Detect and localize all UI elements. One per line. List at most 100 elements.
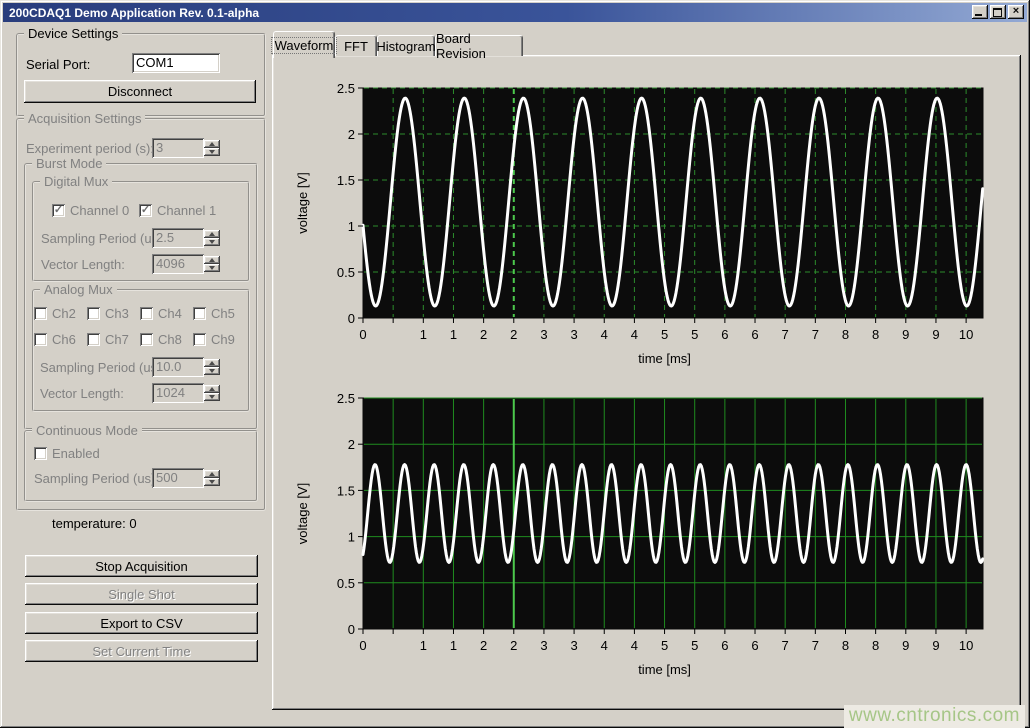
tab-histogram[interactable]: Histogram [377, 35, 435, 56]
svg-text:voltage [V]: voltage [V] [295, 483, 310, 544]
export-to-csv-button[interactable]: Export to CSV [25, 612, 258, 634]
svg-text:2: 2 [510, 327, 517, 342]
digital-sampling-decrement-button[interactable] [204, 238, 220, 246]
arrow-down-icon [209, 369, 215, 373]
disconnect-button[interactable]: Disconnect [24, 80, 256, 103]
checkbox-ch2[interactable]: Ch2 [34, 306, 76, 321]
digital-sampling-increment-button[interactable] [204, 230, 220, 238]
analog-sampling-increment-button[interactable] [204, 359, 220, 367]
temperature-readout: temperature: 0 [52, 516, 137, 531]
continuous-sampling-increment-button[interactable] [204, 470, 220, 478]
svg-text:1.5: 1.5 [337, 483, 355, 498]
svg-text:1: 1 [348, 219, 355, 234]
digital-vector-length-input[interactable]: 4096 [152, 254, 204, 274]
analog-vector-length-spinner: 1024 [152, 383, 222, 403]
checkbox-ch3[interactable]: Ch3 [87, 306, 129, 321]
checkbox-label: Ch9 [211, 332, 235, 347]
serial-port-input[interactable]: COM1 [132, 53, 220, 73]
analog-sampling-period-input[interactable]: 10.0 [152, 357, 204, 377]
digital-sampling-period-input[interactable]: 2.5 [152, 228, 204, 248]
checkbox-ch7[interactable]: Ch7 [87, 332, 129, 347]
checkbox-label: Channel 0 [70, 203, 129, 218]
continuous-sampling-period-label: Sampling Period (us): [34, 471, 159, 486]
checkbox-label: Enabled [52, 446, 100, 461]
checkbox-box [140, 333, 153, 346]
minimize-button[interactable] [972, 5, 988, 19]
svg-text:3: 3 [540, 638, 547, 653]
checkbox-enabled[interactable]: Enabled [34, 446, 100, 461]
experiment-period-increment-button[interactable] [204, 140, 220, 148]
tab-label: FFT [344, 39, 368, 54]
checkbox-ch6[interactable]: Ch6 [34, 332, 76, 347]
set-current-time-button[interactable]: Set Current Time [25, 640, 258, 662]
chart-svg: 00.511.522.5011223344556677889910time [m… [280, 382, 1024, 682]
svg-text:time [ms]: time [ms] [638, 351, 691, 366]
svg-text:6: 6 [751, 327, 758, 342]
analog-vector-decrement-button[interactable] [204, 393, 220, 401]
watermark: www.cntronics.com [844, 705, 1025, 728]
svg-text:10: 10 [959, 638, 973, 653]
arrow-down-icon [209, 150, 215, 154]
tab-fft[interactable]: FFT [335, 35, 377, 56]
tab-board-revision[interactable]: Board Revision [435, 35, 523, 56]
analog-sampling-period-spinner: 10.0 [152, 357, 222, 377]
svg-text:7: 7 [782, 327, 789, 342]
arrow-down-icon [209, 266, 215, 270]
experiment-period-input[interactable]: 3 [152, 138, 204, 158]
checkbox-channel-1[interactable]: ✓ Channel 1 [139, 203, 216, 218]
acquisition-settings-legend: Acquisition Settings [24, 111, 145, 126]
continuous-sampling-period-input[interactable]: 500 [152, 468, 204, 488]
device-settings-legend: Device Settings [24, 26, 122, 41]
checkbox-box [87, 307, 100, 320]
checkbox-ch8[interactable]: Ch8 [140, 332, 182, 347]
svg-text:0: 0 [359, 327, 366, 342]
svg-text:0.5: 0.5 [337, 265, 355, 280]
svg-text:10: 10 [959, 327, 973, 342]
svg-text:6: 6 [721, 327, 728, 342]
tab-waveform[interactable]: Waveform [273, 31, 335, 58]
analog-sampling-decrement-button[interactable] [204, 367, 220, 375]
experiment-period-label: Experiment period (s): [26, 141, 154, 156]
close-button[interactable]: × [1008, 5, 1024, 19]
checkbox-ch4[interactable]: Ch4 [140, 306, 182, 321]
svg-text:2: 2 [510, 638, 517, 653]
stop-acquisition-button[interactable]: Stop Acquisition [25, 555, 258, 577]
checkbox-ch5[interactable]: Ch5 [193, 306, 235, 321]
continuous-sampling-period-spinner: 500 [152, 468, 222, 488]
svg-text:8: 8 [872, 327, 879, 342]
digital-vector-decrement-button[interactable] [204, 264, 220, 272]
svg-text:0: 0 [348, 311, 355, 326]
experiment-period-decrement-button[interactable] [204, 148, 220, 156]
single-shot-button[interactable]: Single Shot [25, 583, 258, 605]
svg-text:9: 9 [902, 327, 909, 342]
continuous-mode-group: Continuous Mode [24, 430, 258, 502]
svg-text:0.5: 0.5 [337, 576, 355, 591]
burst-mode-legend: Burst Mode [32, 156, 106, 171]
checkbox-box [34, 333, 47, 346]
svg-text:2: 2 [480, 327, 487, 342]
checkbox-box [140, 307, 153, 320]
checkbox-label: Channel 1 [157, 203, 216, 218]
svg-text:5: 5 [661, 327, 668, 342]
checkbox-box [193, 307, 206, 320]
digital-vector-increment-button[interactable] [204, 256, 220, 264]
arrow-down-icon [209, 240, 215, 244]
arrow-up-icon [209, 232, 215, 236]
disconnect-button-label: Disconnect [108, 84, 172, 99]
tab-label: Waveform [272, 38, 337, 53]
checkbox-ch9[interactable]: Ch9 [193, 332, 235, 347]
svg-text:1: 1 [420, 327, 427, 342]
continuous-sampling-decrement-button[interactable] [204, 478, 220, 486]
checkbox-channel-0[interactable]: ✓ Channel 0 [52, 203, 129, 218]
waveform-chart-bottom: 00.511.522.5011223344556677889910time [m… [280, 382, 1024, 682]
svg-text:8: 8 [872, 638, 879, 653]
svg-text:0: 0 [348, 622, 355, 637]
svg-text:8: 8 [842, 638, 849, 653]
analog-vector-increment-button[interactable] [204, 385, 220, 393]
button-label: Set Current Time [92, 644, 190, 659]
window-controls: × [970, 5, 1024, 19]
checkbox-label: Ch7 [105, 332, 129, 347]
svg-text:2: 2 [348, 437, 355, 452]
analog-vector-length-input[interactable]: 1024 [152, 383, 204, 403]
maximize-button[interactable] [990, 5, 1006, 19]
